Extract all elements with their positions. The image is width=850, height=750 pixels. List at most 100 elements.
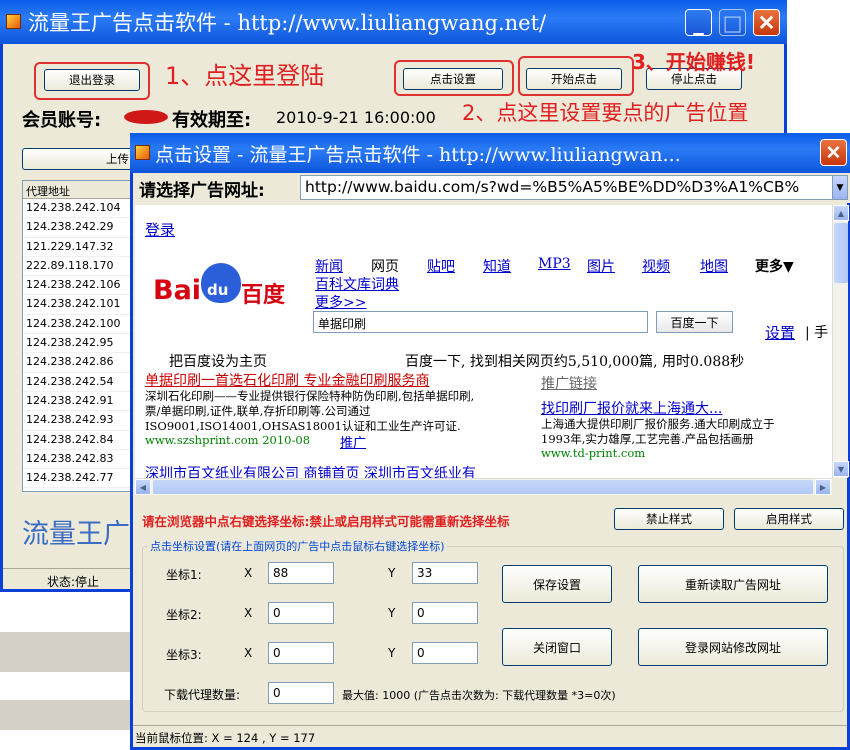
scroll-left-icon[interactable]: ◀: [135, 479, 151, 495]
annotation-step-1: 1、点这里登陆: [165, 62, 325, 90]
nav-more[interactable]: 更多▼: [755, 256, 794, 276]
instruction-text: 请在浏览器中点右键选择坐标:禁止或启用样式可能需重新选择坐标: [142, 514, 510, 529]
browser-vertical-scrollbar[interactable]: ▲ ▼: [832, 205, 849, 478]
embedded-browser[interactable]: 登录 Bai du 百度 新闻 网页 贴吧 知道 MP3 图片 视频 地图 更多▼ 百科文库词…: [135, 205, 832, 478]
ad-title[interactable]: 找印刷厂报价就来上海通大...: [541, 398, 722, 418]
login-link[interactable]: 登录: [145, 219, 175, 240]
upload-button[interactable]: 上传: [22, 148, 138, 170]
reload-url-button[interactable]: 重新读取广告网址: [638, 565, 828, 603]
more-link[interactable]: 更多>>: [315, 292, 366, 312]
y-label: Y: [388, 646, 396, 660]
logout-button[interactable]: 退出登录: [44, 69, 140, 91]
coord1-x-input[interactable]: 88: [268, 562, 334, 584]
nav-item[interactable]: 贴吧: [427, 256, 455, 276]
start-click-button[interactable]: 开始点击: [526, 68, 622, 90]
nav-item[interactable]: 地图: [700, 256, 728, 276]
proxy-row[interactable]: 124.238.242.101: [23, 295, 141, 315]
status-text: 状态:停止: [47, 575, 100, 589]
coord2-y-input[interactable]: 0: [412, 602, 478, 624]
ad-url: www.td-print.com: [541, 446, 646, 460]
member-account-label: 会员账号:: [22, 110, 102, 131]
nav-item[interactable]: 网页: [371, 256, 399, 276]
coord2-x-input[interactable]: 0: [268, 602, 334, 624]
result-1-title[interactable]: 单据印刷一首选石化印刷 专业金融印刷服务商: [145, 370, 429, 390]
ad-line-2: 1993年,实力雄厚,工艺完善.产品包括画册: [541, 432, 754, 446]
minimize-icon[interactable]: _: [685, 9, 712, 36]
background-panel: [0, 632, 130, 672]
annotation-step-3: 3、开始赚钱!: [632, 50, 756, 74]
settings-title-bar[interactable]: 点击设置 - 流量王广告点击软件 - http://www.liuliangwa…: [130, 133, 850, 173]
baidu-search-button[interactable]: 百度一下: [656, 311, 733, 333]
proxy-row[interactable]: 124.238.242.93: [23, 411, 141, 431]
coord1-y-input[interactable]: 33: [412, 562, 478, 584]
coord3-y-input[interactable]: 0: [412, 642, 478, 664]
chevron-down-icon[interactable]: ▼: [832, 175, 848, 200]
scroll-down-icon[interactable]: ▼: [833, 461, 849, 477]
promo-header: 推广链接: [541, 376, 597, 392]
close-icon[interactable]: ✕: [820, 139, 847, 166]
result-1-line-2: 票/单据印刷,证件,联单,存折印刷等.公司通过: [145, 404, 371, 418]
maximize-icon: □: [719, 9, 746, 36]
settings-link[interactable]: 设置: [765, 322, 795, 343]
click-settings-button[interactable]: 点击设置: [403, 68, 503, 90]
y-label: Y: [388, 566, 396, 580]
disable-style-button[interactable]: 禁止样式: [614, 508, 724, 530]
url-label: 请选择广告网址:: [139, 181, 265, 201]
coordinate-group-title: 点击坐标设置(请在上面网页的广告中点击鼠标右键选择坐标): [148, 538, 447, 554]
result-2-title[interactable]: 深圳市百文纸业有限公司 商铺首页 深圳市百文纸业有: [145, 463, 476, 478]
coord2-label: 坐标2:: [166, 608, 202, 622]
proxy-row[interactable]: 124.238.242.84: [23, 431, 141, 450]
nav-item[interactable]: MP3: [538, 256, 571, 272]
scroll-up-icon[interactable]: ▲: [833, 205, 849, 221]
status-bar: 状态:停止: [3, 568, 130, 590]
ad-url-select[interactable]: http://www.baidu.com/s?wd=%B5%A5%BE%DD%D…: [300, 175, 836, 200]
proxy-list[interactable]: 代理地址 124.238.242.104 124.238.242.29 121.22…: [22, 180, 142, 492]
baike-link[interactable]: 百科文库词典: [315, 274, 399, 294]
proxy-row[interactable]: 124.238.242.77: [23, 469, 141, 489]
proxy-row[interactable]: 124.238.242.91: [23, 392, 141, 412]
save-settings-button[interactable]: 保存设置: [502, 565, 612, 603]
y-label: Y: [388, 606, 396, 620]
proxy-row[interactable]: 124.238.242.54: [23, 373, 141, 392]
redacted-account-mark: [124, 110, 168, 124]
proxy-row[interactable]: 222.89.118.170: [23, 257, 141, 277]
scroll-thumb[interactable]: [153, 480, 813, 494]
nav-item[interactable]: 知道: [483, 256, 511, 276]
browser-horizontal-scrollbar[interactable]: ◀ ▶: [135, 478, 832, 495]
proxy-row[interactable]: 124.238.242.83: [23, 450, 141, 470]
main-title-bar[interactable]: 流量王广告点击软件 - http://www.liuliangwang.net/…: [0, 0, 787, 44]
nav-item[interactable]: 新闻: [315, 256, 343, 276]
scroll-right-icon[interactable]: ▶: [815, 479, 831, 495]
result-1-promo-link[interactable]: 推广: [340, 432, 366, 451]
proxy-row[interactable]: 124.238.242.104: [23, 199, 141, 219]
app-icon: [6, 14, 21, 29]
coord1-label: 坐标1:: [166, 568, 202, 582]
proxy-row[interactable]: 124.238.242.95: [23, 334, 141, 354]
proxy-row[interactable]: 124.238.242.100: [23, 315, 141, 335]
background-panel: [0, 700, 130, 730]
enable-style-button[interactable]: 启用样式: [734, 508, 844, 530]
brand-text: 流量王广: [22, 519, 130, 550]
nav-item[interactable]: 视频: [642, 256, 670, 276]
login-site-button[interactable]: 登录网站修改网址: [638, 628, 828, 666]
proxy-row[interactable]: 121.229.147.32: [23, 238, 141, 257]
proxy-list-header[interactable]: 代理地址: [23, 181, 141, 199]
nav-item[interactable]: 图片: [587, 256, 615, 276]
x-label: X: [244, 606, 253, 620]
close-window-button[interactable]: 关闭窗口: [502, 628, 612, 666]
proxy-row[interactable]: 124.238.242.86: [23, 353, 141, 373]
proxy-row[interactable]: 124.238.242.106: [23, 276, 141, 296]
close-icon[interactable]: ✕: [753, 9, 780, 36]
max-value-text: 最大值: 1000 (广告点击次数为: 下载代理数量 *3=0次): [342, 689, 616, 702]
proxy-row[interactable]: 124.238.242.29: [23, 218, 141, 238]
mouse-position-bar: 当前鼠标位置: X = 124 , Y = 177: [133, 725, 847, 747]
baidu-logo[interactable]: Bai du 百度: [153, 261, 293, 311]
coord3-x-input[interactable]: 0: [268, 642, 334, 664]
app-icon: [135, 145, 150, 160]
result-1-url: www.szshprint.com 2010-08: [145, 433, 311, 447]
baidu-search-input[interactable]: 单据印刷: [313, 311, 648, 333]
annotation-step-2: 2、点这里设置要点的广告位置: [462, 101, 749, 125]
set-homepage-link[interactable]: 把百度设为主页: [169, 351, 267, 371]
scroll-thumb[interactable]: [834, 223, 848, 283]
proxy-count-input[interactable]: 0: [268, 682, 334, 704]
